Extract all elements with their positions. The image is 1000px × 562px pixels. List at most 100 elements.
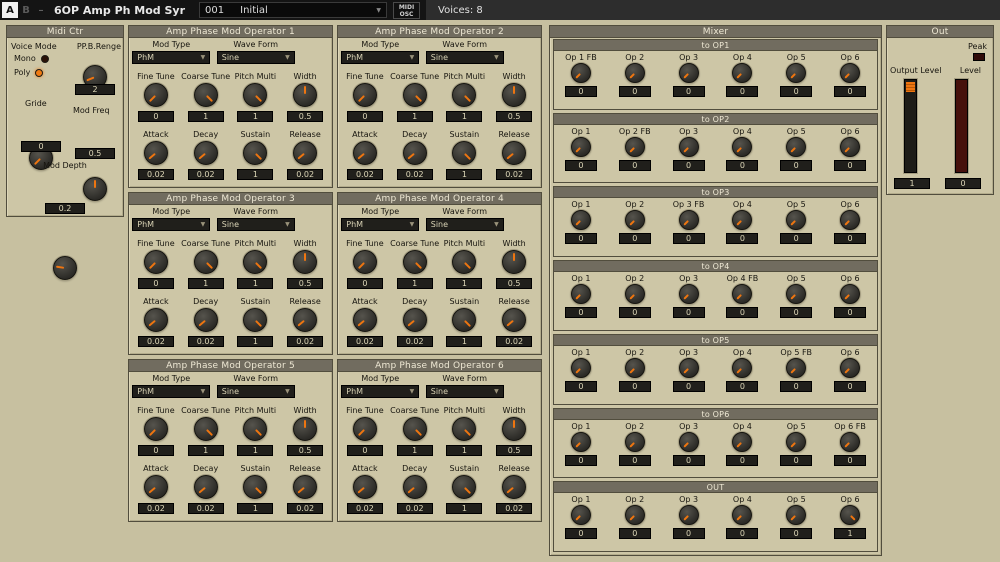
midi-osc-button[interactable]: MIDI OSC (393, 1, 421, 19)
knob[interactable] (570, 284, 591, 305)
tab-a-button[interactable]: A (2, 2, 18, 18)
knob[interactable] (243, 83, 268, 107)
knob[interactable] (143, 417, 168, 441)
knob[interactable] (293, 308, 318, 332)
knob[interactable] (732, 136, 753, 157)
knob[interactable] (452, 83, 477, 107)
mod-type-select[interactable]: PhM ▼ (341, 218, 420, 231)
knob[interactable] (193, 308, 218, 332)
knob[interactable] (243, 417, 268, 441)
knob[interactable] (193, 141, 218, 165)
knob[interactable] (624, 357, 645, 378)
knob[interactable] (570, 431, 591, 452)
knob[interactable] (402, 141, 427, 165)
knob[interactable] (732, 284, 753, 305)
knob[interactable] (840, 63, 861, 83)
knob[interactable] (502, 141, 527, 165)
knob[interactable] (786, 431, 807, 452)
wave-form-select[interactable]: Sine ▼ (425, 385, 504, 398)
mod-depth-knob[interactable] (53, 256, 77, 280)
knob[interactable] (570, 63, 591, 83)
knob[interactable] (293, 417, 318, 441)
knob[interactable] (352, 308, 377, 332)
tab-b-button[interactable]: B (18, 2, 34, 18)
knob[interactable] (293, 250, 318, 274)
knob[interactable] (402, 308, 427, 332)
knob[interactable] (624, 431, 645, 452)
output-level-slider[interactable] (904, 79, 917, 173)
knob[interactable] (352, 141, 377, 165)
knob[interactable] (624, 505, 645, 526)
knob[interactable] (732, 431, 753, 452)
knob[interactable] (293, 475, 318, 499)
knob[interactable] (293, 141, 318, 165)
knob[interactable] (570, 136, 591, 157)
knob[interactable] (624, 63, 645, 83)
knob[interactable] (840, 431, 861, 452)
knob[interactable] (678, 357, 699, 378)
knob[interactable] (243, 141, 268, 165)
knob[interactable] (570, 357, 591, 378)
wave-form-select[interactable]: Sine ▼ (216, 51, 295, 64)
wave-form-select[interactable]: Sine ▼ (425, 51, 504, 64)
knob[interactable] (840, 505, 861, 526)
knob[interactable] (732, 505, 753, 526)
collapse-button[interactable]: – (34, 5, 48, 16)
knob[interactable] (840, 357, 861, 378)
knob[interactable] (786, 63, 807, 83)
knob[interactable] (352, 475, 377, 499)
knob[interactable] (678, 210, 699, 231)
knob[interactable] (624, 284, 645, 305)
knob[interactable] (502, 250, 527, 274)
knob[interactable] (452, 250, 477, 274)
knob[interactable] (193, 417, 218, 441)
knob[interactable] (293, 83, 318, 107)
knob[interactable] (193, 475, 218, 499)
knob[interactable] (193, 83, 218, 107)
knob[interactable] (786, 210, 807, 231)
knob[interactable] (840, 136, 861, 157)
knob[interactable] (143, 308, 168, 332)
preset-select[interactable]: 001 Initial ▼ (199, 2, 388, 18)
knob[interactable] (678, 431, 699, 452)
knob[interactable] (786, 136, 807, 157)
knob[interactable] (402, 475, 427, 499)
knob[interactable] (678, 63, 699, 83)
mod-type-select[interactable]: PhM ▼ (132, 385, 211, 398)
knob[interactable] (732, 63, 753, 83)
knob[interactable] (502, 475, 527, 499)
knob[interactable] (243, 475, 268, 499)
knob[interactable] (243, 250, 268, 274)
knob[interactable] (143, 83, 168, 107)
knob[interactable] (143, 250, 168, 274)
knob[interactable] (786, 284, 807, 305)
knob[interactable] (352, 250, 377, 274)
knob[interactable] (402, 250, 427, 274)
knob[interactable] (624, 210, 645, 231)
mono-mode-toggle[interactable]: Mono (14, 54, 49, 63)
knob[interactable] (352, 83, 377, 107)
knob[interactable] (624, 136, 645, 157)
knob[interactable] (732, 210, 753, 231)
knob[interactable] (678, 284, 699, 305)
knob[interactable] (452, 417, 477, 441)
knob[interactable] (570, 210, 591, 231)
knob[interactable] (502, 308, 527, 332)
mod-freq-knob[interactable] (83, 177, 107, 201)
knob[interactable] (678, 505, 699, 526)
slider-handle[interactable] (906, 82, 915, 92)
knob[interactable] (352, 417, 377, 441)
knob[interactable] (243, 308, 268, 332)
knob[interactable] (143, 475, 168, 499)
knob[interactable] (452, 475, 477, 499)
wave-form-select[interactable]: Sine ▼ (216, 218, 295, 231)
wave-form-select[interactable]: Sine ▼ (425, 218, 504, 231)
knob[interactable] (786, 505, 807, 526)
knob[interactable] (840, 284, 861, 305)
knob[interactable] (732, 357, 753, 378)
poly-mode-toggle[interactable]: Poly (14, 68, 44, 77)
mod-type-select[interactable]: PhM ▼ (132, 218, 211, 231)
knob[interactable] (570, 505, 591, 526)
knob[interactable] (402, 83, 427, 107)
knob[interactable] (143, 141, 168, 165)
